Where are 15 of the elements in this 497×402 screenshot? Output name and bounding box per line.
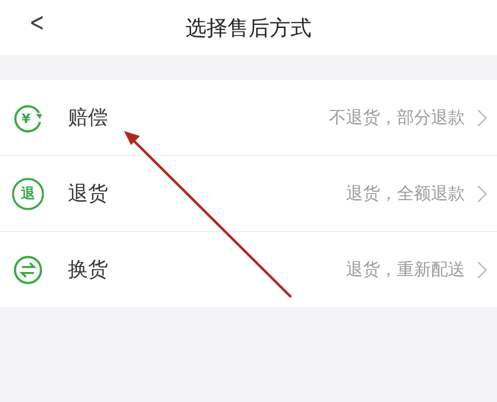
page-title: 选择售后方式 xyxy=(186,14,312,42)
chevron-icon xyxy=(477,184,487,202)
option-label: 换货 xyxy=(68,256,108,283)
option-label: 退货 xyxy=(68,180,108,207)
option-description: 退货，重新配送 xyxy=(346,259,465,281)
return-icon: 退 xyxy=(12,178,44,210)
back-button[interactable]: < xyxy=(26,8,48,38)
chevron-icon xyxy=(477,260,487,278)
option-description: 退货，全额退款 xyxy=(346,183,465,205)
option-description: 不退货，部分退款 xyxy=(329,107,465,129)
chevron-icon xyxy=(477,108,487,126)
swap-icon xyxy=(12,254,44,286)
option-row[interactable]: 换货 退货，重新配送 xyxy=(0,232,497,307)
option-row[interactable]: 退 退货 退货，全额退款 xyxy=(0,156,497,232)
option-label: 赔偿 xyxy=(68,104,108,131)
